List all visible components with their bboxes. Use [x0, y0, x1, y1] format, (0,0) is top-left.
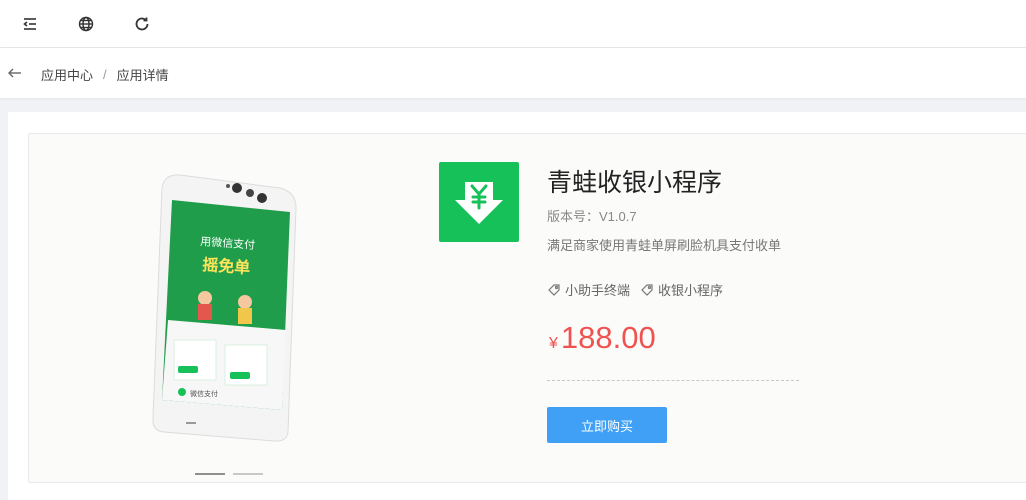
- dashed-divider: [547, 380, 799, 381]
- currency-symbol: ¥: [549, 335, 558, 352]
- tag-item: 收银小程序: [640, 280, 723, 299]
- device-screen-footer: 微信支付: [190, 389, 218, 398]
- breadcrumb-separator: /: [103, 67, 107, 82]
- tag-label: 小助手终端: [565, 283, 631, 298]
- tag-list: 小助手终端 收银小程序: [547, 280, 723, 299]
- device-image: 用微信支付 摇免单 微信支付: [150, 170, 310, 445]
- breadcrumb: 应用中心 / 应用详情: [41, 65, 169, 84]
- price: ¥ 188.00: [549, 320, 656, 356]
- breadcrumb-item-app-center[interactable]: 应用中心: [41, 65, 93, 84]
- buy-now-button[interactable]: 立即购买: [547, 407, 667, 443]
- app-logo: [439, 162, 519, 242]
- globe-icon[interactable]: [74, 12, 98, 36]
- top-toolbar: [0, 0, 1026, 48]
- breadcrumb-item-app-detail: 应用详情: [116, 68, 169, 83]
- app-title: 青蛙收银小程序: [547, 169, 723, 197]
- menu-fold-icon[interactable]: [18, 12, 42, 36]
- breadcrumb-bar: 应用中心 / 应用详情: [0, 48, 1026, 98]
- refresh-icon[interactable]: [130, 12, 154, 36]
- back-arrow-icon[interactable]: [6, 64, 24, 82]
- carousel-indicators: [195, 473, 263, 475]
- app-description: 满足商家使用青蛙单屏刷脸机具支付收单: [547, 238, 782, 253]
- tag-icon: [548, 283, 560, 296]
- yen-download-icon: [455, 182, 503, 224]
- price-amount: 188.00: [560, 320, 656, 355]
- device-screen-promo: 摇免单: [202, 255, 251, 277]
- carousel-dot-1[interactable]: [195, 473, 225, 475]
- carousel-dot-2[interactable]: [233, 473, 263, 475]
- tag-label: 收银小程序: [658, 283, 724, 298]
- app-version: 版本号：V1.0.7: [547, 209, 637, 224]
- tag-icon: [641, 283, 653, 296]
- tag-item: 小助手终端: [547, 280, 630, 299]
